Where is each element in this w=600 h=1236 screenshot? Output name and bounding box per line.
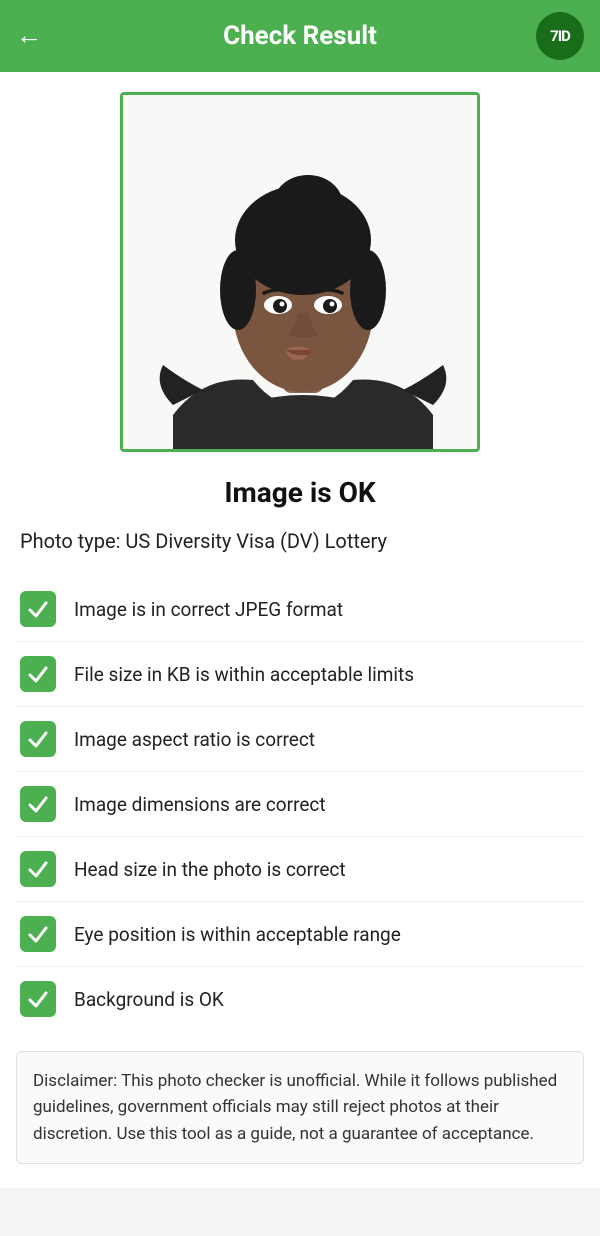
check-item-eyepos: Eye position is within acceptable range (16, 902, 584, 967)
check-label-aspect: Image aspect ratio is correct (74, 728, 315, 751)
app-logo: 7ID (536, 12, 584, 60)
check-item-jpeg: Image is in correct JPEG format (16, 577, 584, 642)
check-icon-jpeg (20, 591, 56, 627)
check-icon-filesize (20, 656, 56, 692)
disclaimer-box: Disclaimer: This photo checker is unoffi… (16, 1051, 584, 1164)
check-item-headsize: Head size in the photo is correct (16, 837, 584, 902)
disclaimer-text: Disclaimer: This photo checker is unoffi… (33, 1071, 557, 1144)
photo-wrapper (0, 72, 600, 464)
check-icon-aspect (20, 721, 56, 757)
check-label-headsize: Head size in the photo is correct (74, 858, 346, 881)
photo-frame (120, 92, 480, 452)
check-label-dimensions: Image dimensions are correct (74, 793, 326, 816)
main-content: Image is OK Photo type: US Diversity Vis… (0, 72, 600, 1188)
check-item-aspect: Image aspect ratio is correct (16, 707, 584, 772)
check-icon-eyepos (20, 916, 56, 952)
status-heading: Image is OK (0, 464, 600, 529)
page-title: Check Result (223, 21, 377, 51)
app-header: ← Check Result 7ID (0, 0, 600, 72)
check-label-jpeg: Image is in correct JPEG format (74, 598, 343, 621)
photo-type-label: Photo type: US Diversity Visa (DV) Lotte… (0, 529, 600, 577)
back-button[interactable]: ← (16, 23, 42, 49)
check-list: Image is in correct JPEG format File siz… (0, 577, 600, 1031)
check-item-dimensions: Image dimensions are correct (16, 772, 584, 837)
check-label-eyepos: Eye position is within acceptable range (74, 923, 401, 946)
check-item-filesize: File size in KB is within acceptable lim… (16, 642, 584, 707)
passport-photo (123, 95, 477, 449)
check-label-background: Background is OK (74, 988, 224, 1011)
check-icon-headsize (20, 851, 56, 887)
check-icon-dimensions (20, 786, 56, 822)
check-label-filesize: File size in KB is within acceptable lim… (74, 663, 414, 686)
check-item-background: Background is OK (16, 967, 584, 1031)
check-icon-background (20, 981, 56, 1017)
